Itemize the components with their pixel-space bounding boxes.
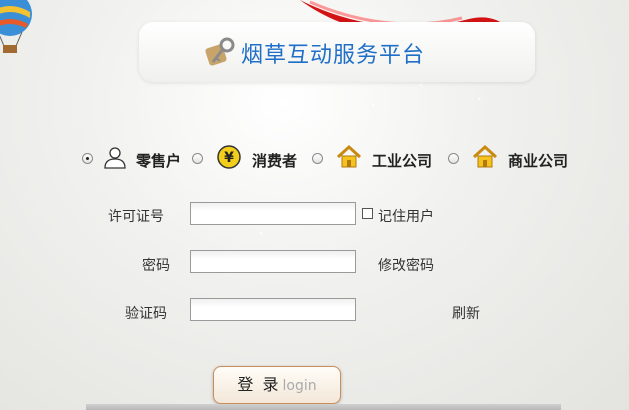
title-panel: 烟草互动服务平台 bbox=[139, 22, 535, 82]
login-button[interactable]: 登 录 login bbox=[213, 366, 341, 404]
login-label-en: login bbox=[282, 378, 317, 394]
svg-text:¥: ¥ bbox=[224, 150, 234, 166]
role-label-commerce: 商业公司 bbox=[508, 152, 569, 170]
login-label-cn: 登 录 bbox=[237, 375, 281, 394]
role-label-consumer: 消费者 bbox=[252, 152, 298, 170]
role-label-industry: 工业公司 bbox=[372, 152, 433, 170]
captcha-label: 验证码 bbox=[125, 306, 167, 322]
license-label: 许可证号 bbox=[108, 209, 164, 225]
user-icon bbox=[104, 147, 126, 169]
password-label: 密码 bbox=[142, 258, 170, 274]
house-icon bbox=[336, 144, 362, 168]
sparkle bbox=[478, 98, 480, 100]
sparkle bbox=[260, 232, 262, 234]
radio-retailer[interactable] bbox=[82, 153, 93, 164]
remember-label: 记住用户 bbox=[378, 209, 434, 225]
house-icon bbox=[472, 144, 498, 168]
role-selector: 零售户 ¥ 消费者 工业公司 商业公司 bbox=[80, 144, 600, 174]
keys-icon bbox=[205, 37, 235, 66]
page-title: 烟草互动服务平台 bbox=[241, 43, 426, 68]
password-input[interactable] bbox=[190, 250, 356, 273]
role-label-retailer: 零售户 bbox=[136, 152, 182, 170]
sparkle bbox=[300, 120, 302, 122]
license-input[interactable] bbox=[190, 202, 356, 225]
yen-coin-icon: ¥ bbox=[217, 145, 241, 169]
refresh-captcha-link[interactable]: 刷新 bbox=[452, 303, 480, 323]
change-password-link[interactable]: 修改密码 bbox=[378, 255, 434, 275]
radio-industry[interactable] bbox=[312, 153, 323, 164]
radio-consumer[interactable] bbox=[192, 153, 203, 164]
radio-commerce[interactable] bbox=[448, 153, 459, 164]
captcha-input[interactable] bbox=[190, 298, 356, 321]
footer-bar bbox=[86, 404, 561, 410]
remember-checkbox[interactable] bbox=[362, 208, 373, 219]
hot-air-balloon-icon bbox=[0, 0, 32, 53]
sparkle bbox=[420, 84, 422, 86]
sparkle bbox=[372, 104, 374, 106]
